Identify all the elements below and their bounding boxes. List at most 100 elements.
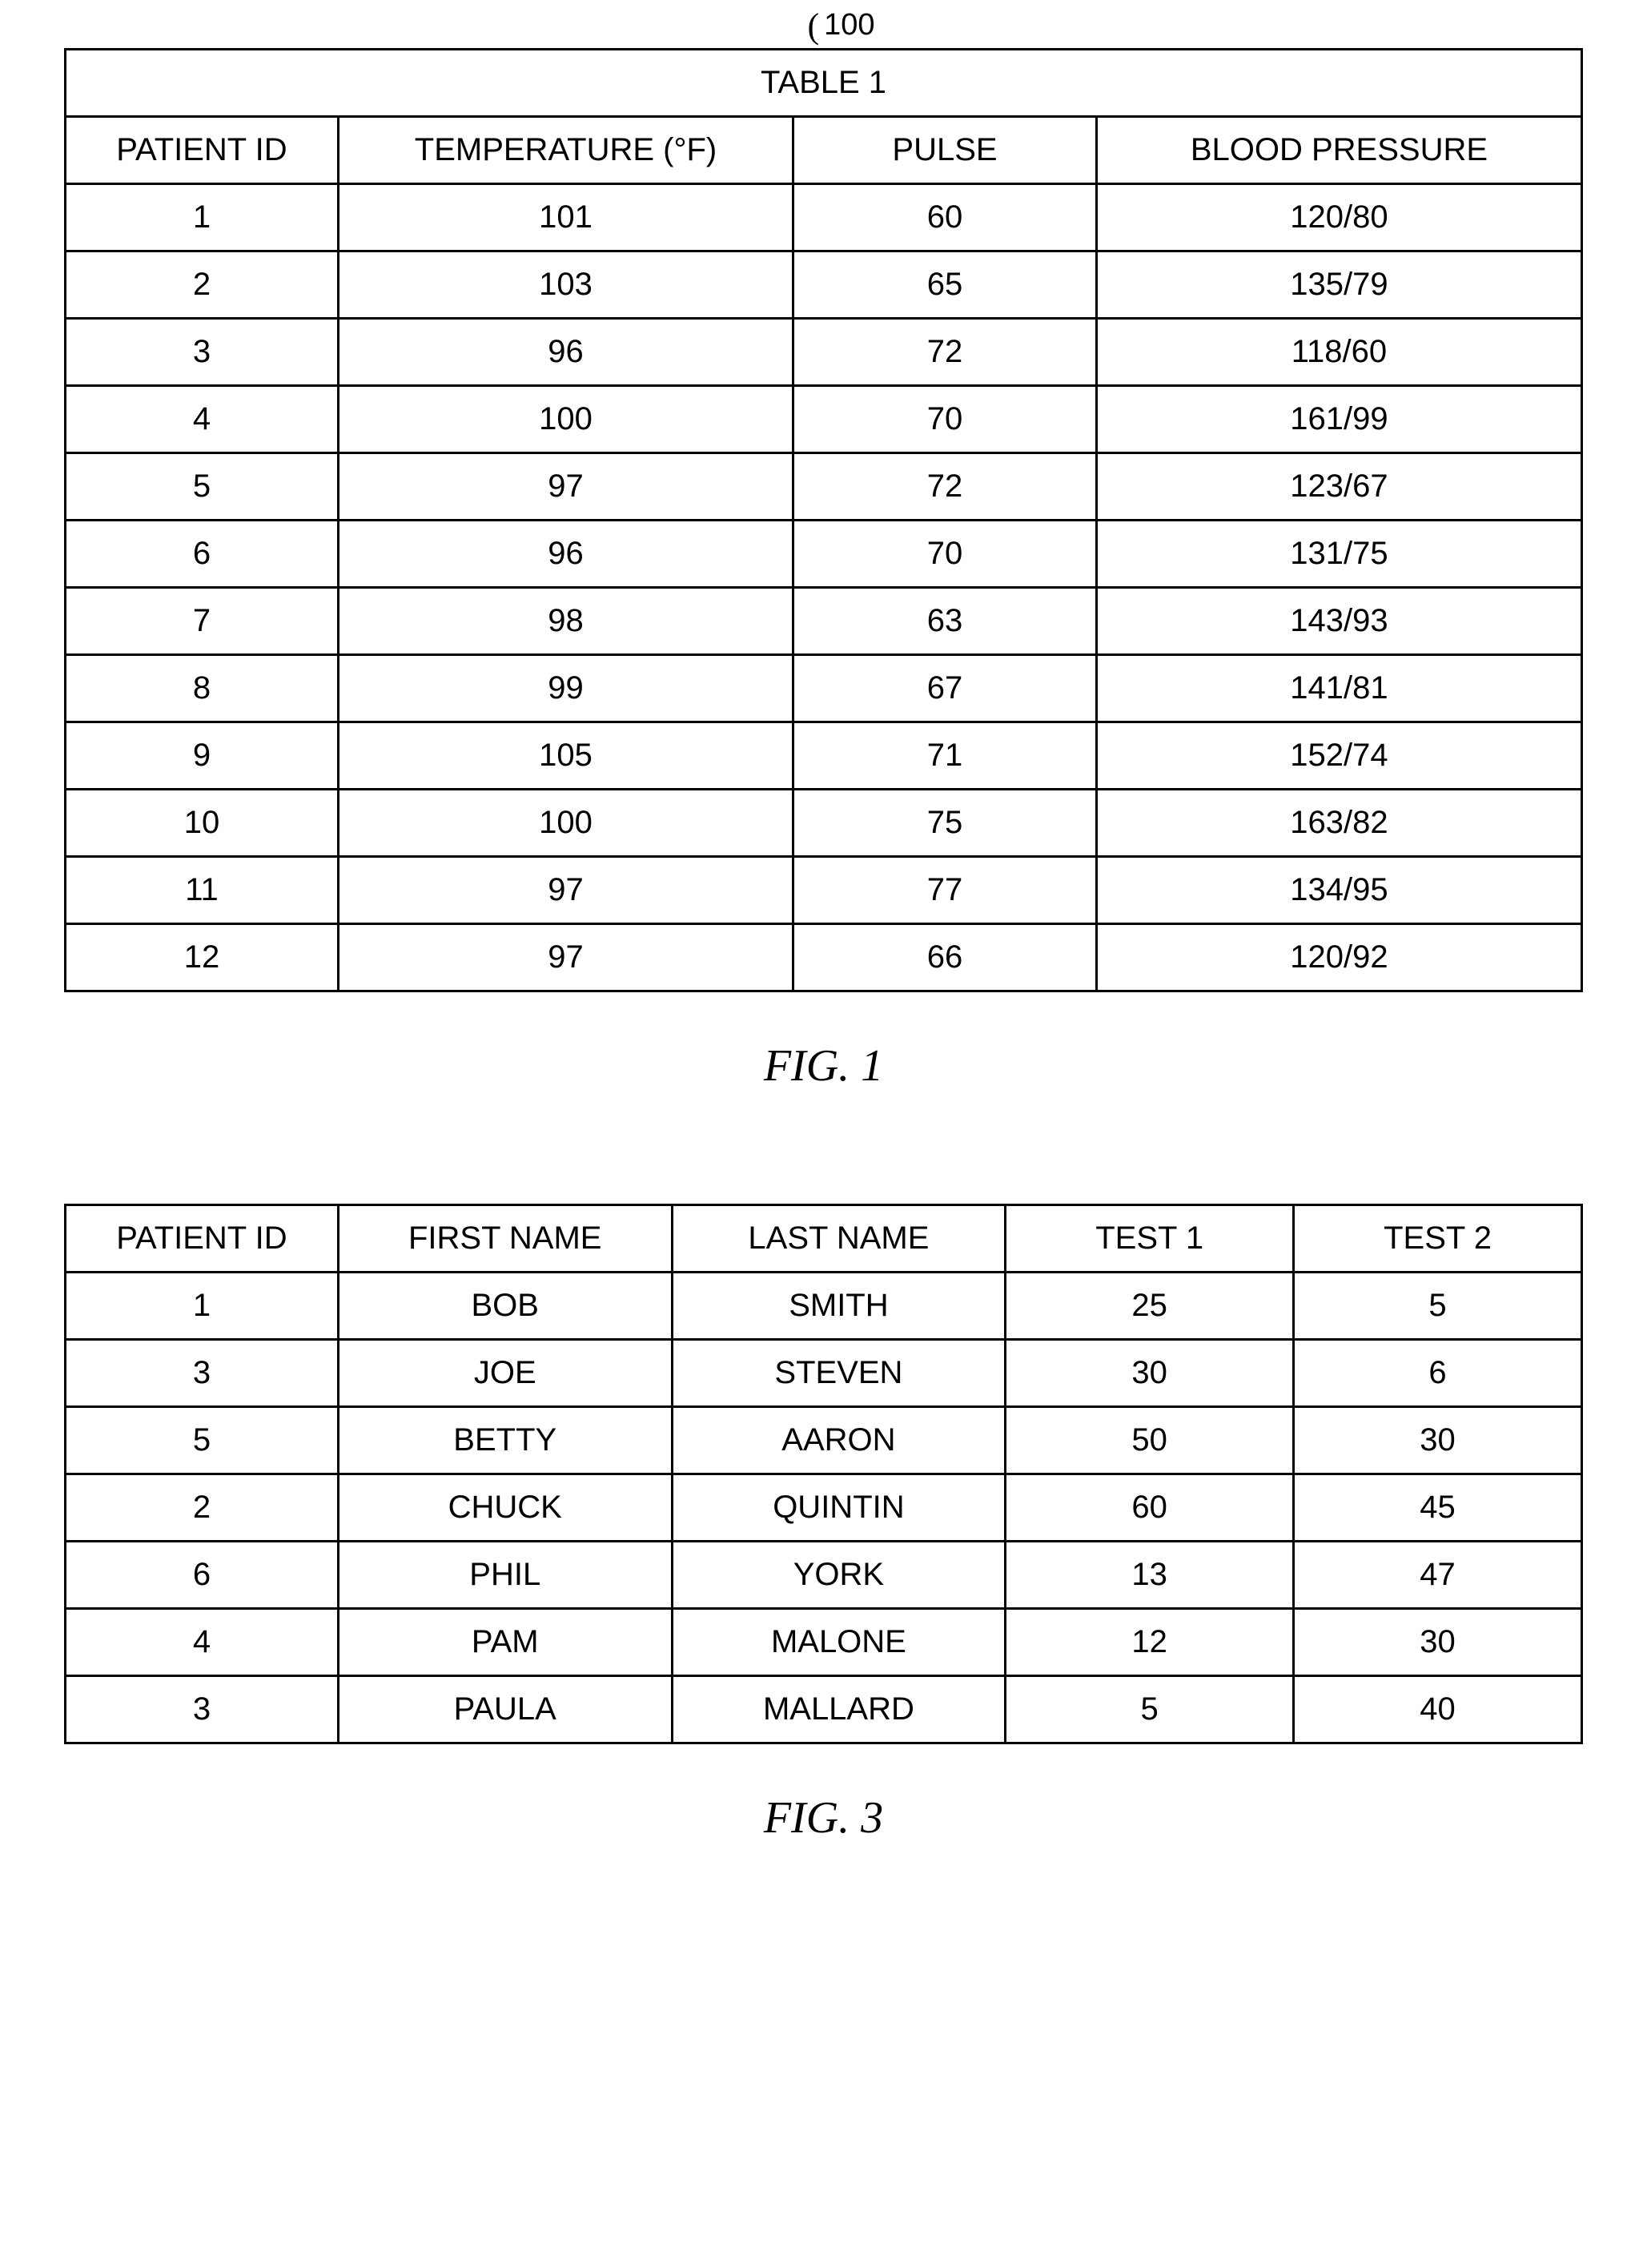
- table-row: 39672118/60: [66, 319, 1582, 386]
- table-cell: JOE: [338, 1340, 672, 1407]
- table-cell: 6: [1294, 1340, 1582, 1407]
- table-cell: 97: [338, 453, 793, 521]
- table-cell: 96: [338, 319, 793, 386]
- table-cell: 8: [66, 655, 339, 722]
- table-cell: 9: [66, 722, 339, 790]
- page-content: (100 TABLE 1PATIENT IDTEMPERATURE (°F)PU…: [64, 48, 1583, 1844]
- table-1-header: TEMPERATURE (°F): [338, 117, 793, 184]
- table-row: 59772123/67: [66, 453, 1582, 521]
- table-cell: 2: [66, 251, 339, 319]
- figure-1-ref-number: 100: [824, 8, 874, 42]
- table-cell: 3: [66, 1340, 339, 1407]
- table-row: 69670131/75: [66, 521, 1582, 588]
- table-cell: 60: [793, 184, 1097, 251]
- table-row: 210365135/79: [66, 251, 1582, 319]
- table-cell: 97: [338, 924, 793, 991]
- table-cell: 47: [1294, 1542, 1582, 1609]
- table-1-header: PULSE: [793, 117, 1097, 184]
- table-cell: 135/79: [1096, 251, 1581, 319]
- table-cell: 30: [1294, 1407, 1582, 1474]
- table-cell: 72: [793, 453, 1097, 521]
- table-cell: YORK: [672, 1542, 1006, 1609]
- table-cell: 66: [793, 924, 1097, 991]
- table-cell: 72: [793, 319, 1097, 386]
- table-1-header: BLOOD PRESSURE: [1096, 117, 1581, 184]
- table-cell: 1: [66, 184, 339, 251]
- table-cell: 7: [66, 588, 339, 655]
- table-1-header: PATIENT ID: [66, 117, 339, 184]
- table-row: 1010075163/82: [66, 790, 1582, 857]
- table-cell: 98: [338, 588, 793, 655]
- table-cell: 30: [1006, 1340, 1294, 1407]
- table-cell: 60: [1006, 1474, 1294, 1542]
- table-cell: 30: [1294, 1609, 1582, 1676]
- table-3-header: TEST 1: [1006, 1205, 1294, 1273]
- table-row: 89967141/81: [66, 655, 1582, 722]
- table-row: 79863143/93: [66, 588, 1582, 655]
- table-cell: 45: [1294, 1474, 1582, 1542]
- table-3-header: TEST 2: [1294, 1205, 1582, 1273]
- table-cell: 143/93: [1096, 588, 1581, 655]
- figure-3-container: PATIENT IDFIRST NAMELAST NAMETEST 1TEST …: [64, 1204, 1583, 1744]
- figure-3-caption: FIG. 3: [64, 1792, 1583, 1844]
- table-cell: AARON: [672, 1407, 1006, 1474]
- table-cell: 152/74: [1096, 722, 1581, 790]
- table-row: 129766120/92: [66, 924, 1582, 991]
- table-3-header: PATIENT ID: [66, 1205, 339, 1273]
- table-cell: 4: [66, 386, 339, 453]
- figure-1-caption: FIG. 1: [64, 1040, 1583, 1092]
- table-row: 1BOBSMITH255: [66, 1273, 1582, 1340]
- table-cell: 120/92: [1096, 924, 1581, 991]
- table-1: TABLE 1PATIENT IDTEMPERATURE (°F)PULSEBL…: [64, 48, 1583, 992]
- table-cell: 67: [793, 655, 1097, 722]
- table-cell: 99: [338, 655, 793, 722]
- table-cell: 96: [338, 521, 793, 588]
- leader-hook-icon: (: [808, 9, 820, 44]
- table-cell: 120/80: [1096, 184, 1581, 251]
- table-row: 6PHILYORK1347: [66, 1542, 1582, 1609]
- table-cell: PAULA: [338, 1676, 672, 1743]
- table-cell: 103: [338, 251, 793, 319]
- table-cell: 105: [338, 722, 793, 790]
- table-cell: 40: [1294, 1676, 1582, 1743]
- table-1-title: TABLE 1: [66, 50, 1582, 117]
- table-cell: STEVEN: [672, 1340, 1006, 1407]
- table-cell: 141/81: [1096, 655, 1581, 722]
- table-cell: MALLARD: [672, 1676, 1006, 1743]
- table-cell: 1: [66, 1273, 339, 1340]
- table-cell: MALONE: [672, 1609, 1006, 1676]
- table-cell: 6: [66, 521, 339, 588]
- table-cell: 70: [793, 521, 1097, 588]
- table-cell: 70: [793, 386, 1097, 453]
- table-row: 3JOESTEVEN306: [66, 1340, 1582, 1407]
- table-cell: 11: [66, 857, 339, 924]
- table-cell: 97: [338, 857, 793, 924]
- table-row: 119777134/95: [66, 857, 1582, 924]
- table-cell: 100: [338, 386, 793, 453]
- figure-1-container: (100 TABLE 1PATIENT IDTEMPERATURE (°F)PU…: [64, 48, 1583, 992]
- table-3: PATIENT IDFIRST NAMELAST NAMETEST 1TEST …: [64, 1204, 1583, 1744]
- table-cell: PHIL: [338, 1542, 672, 1609]
- table-cell: 50: [1006, 1407, 1294, 1474]
- table-cell: 65: [793, 251, 1097, 319]
- table-cell: 12: [66, 924, 339, 991]
- table-cell: 25: [1006, 1273, 1294, 1340]
- table-cell: 118/60: [1096, 319, 1581, 386]
- table-cell: 13: [1006, 1542, 1294, 1609]
- table-3-header: FIRST NAME: [338, 1205, 672, 1273]
- table-cell: 5: [66, 1407, 339, 1474]
- table-cell: 71: [793, 722, 1097, 790]
- table-cell: 63: [793, 588, 1097, 655]
- table-row: 910571152/74: [66, 722, 1582, 790]
- table-cell: 131/75: [1096, 521, 1581, 588]
- table-cell: 12: [1006, 1609, 1294, 1676]
- table-cell: 5: [1006, 1676, 1294, 1743]
- table-cell: 5: [66, 453, 339, 521]
- table-cell: 75: [793, 790, 1097, 857]
- table-cell: PAM: [338, 1609, 672, 1676]
- table-row: 110160120/80: [66, 184, 1582, 251]
- table-cell: CHUCK: [338, 1474, 672, 1542]
- table-cell: 161/99: [1096, 386, 1581, 453]
- table-cell: 5: [1294, 1273, 1582, 1340]
- table-cell: 163/82: [1096, 790, 1581, 857]
